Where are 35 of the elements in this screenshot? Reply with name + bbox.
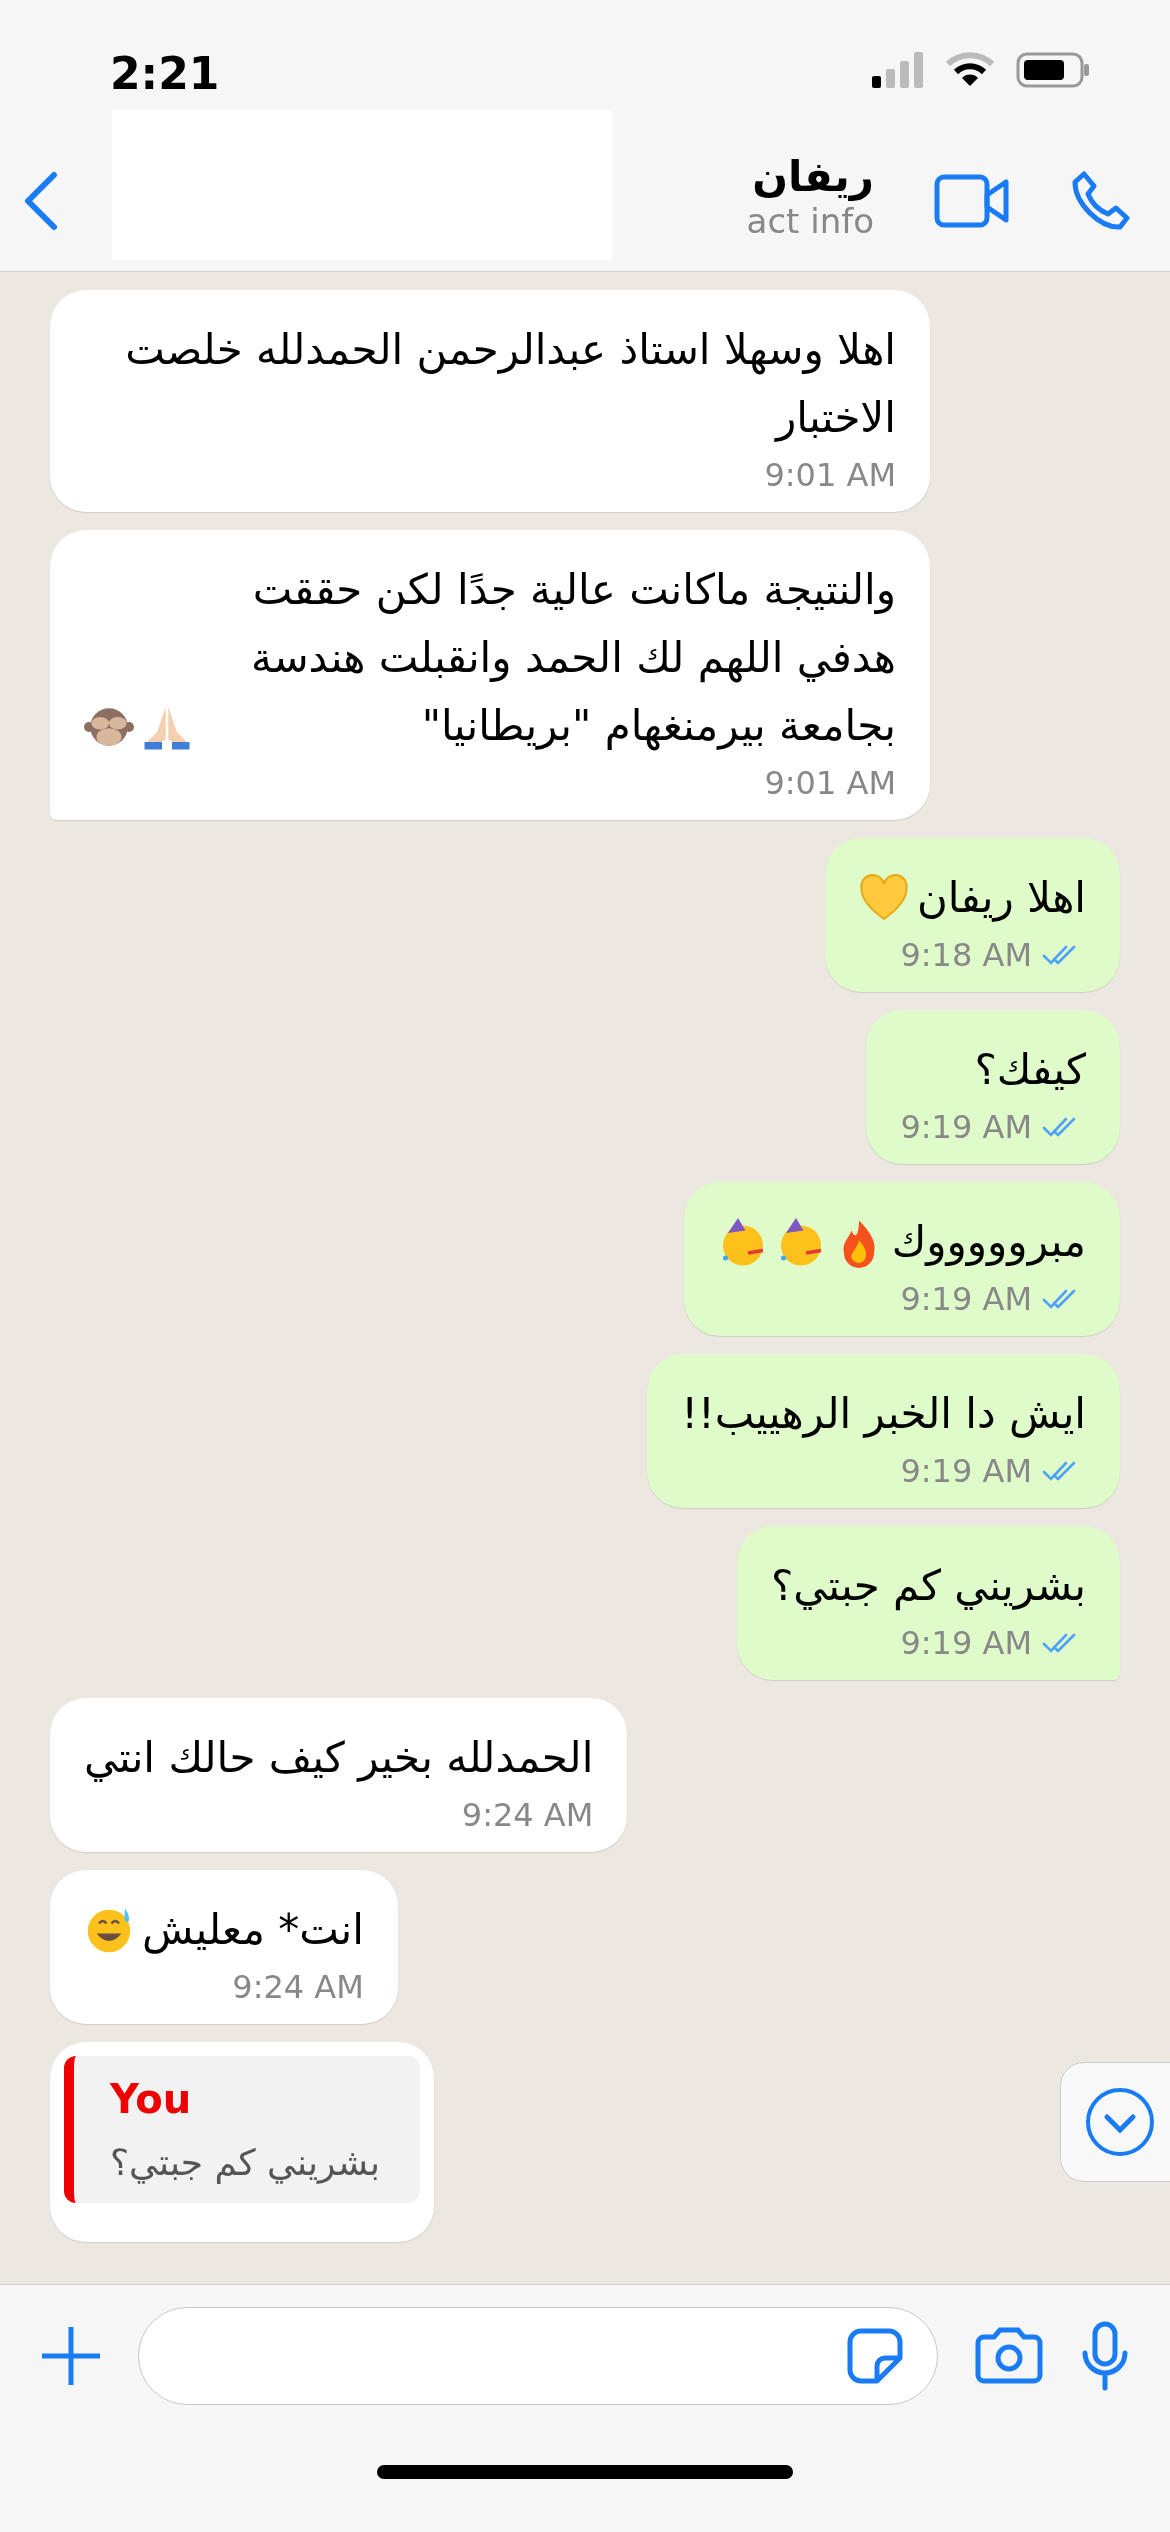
- message-time: 9:01 AM: [764, 456, 896, 494]
- wifi-icon: [946, 52, 994, 88]
- chevron-down-icon: [1085, 2087, 1155, 2157]
- add-icon[interactable]: [40, 2325, 102, 2387]
- video-call-icon[interactable]: [934, 174, 1010, 228]
- message-time: 9:18 AM: [900, 936, 1032, 974]
- message-time: 9:01 AM: [764, 764, 896, 802]
- message-text: والنتيجة ماكانت عالية جدًا لكن حققت هدفي اللهم لك الحمد وانقبلت هندسة بجامعة بيرمنغهام "بريطانيا": [249, 564, 896, 753]
- message-time: 9:19 AM: [900, 1624, 1032, 1662]
- message-time: 9:19 AM: [900, 1452, 1032, 1490]
- message-text: بشريني كم جبتي؟: [771, 1560, 1086, 1613]
- contact-info-hint: act info: [746, 200, 874, 241]
- message-time: 9:24 AM: [232, 1968, 364, 2006]
- quote-text: بشريني كم جبتي؟: [110, 2142, 380, 2183]
- quote-author: You: [110, 2076, 192, 2122]
- message-text: اهلا ريفان: [916, 872, 1086, 924]
- message-text: كيفك؟: [974, 1044, 1086, 1096]
- sticker-icon[interactable]: [847, 2328, 903, 2384]
- phone-icon[interactable]: [1070, 170, 1130, 232]
- contact-name[interactable]: ريفان: [752, 151, 874, 201]
- back-button[interactable]: [24, 171, 58, 231]
- camera-icon[interactable]: [974, 2327, 1044, 2385]
- message-time: 9:19 AM: [900, 1280, 1032, 1318]
- signal-icon: [872, 52, 924, 88]
- message-time: 9:24 AM: [461, 1796, 594, 1834]
- microphone-icon[interactable]: [1080, 2321, 1130, 2391]
- message-text: مبروووووك: [891, 1216, 1086, 1268]
- scroll-down-button[interactable]: [1060, 2062, 1170, 2182]
- status-time: 2:21: [110, 47, 220, 99]
- battery-icon: [1016, 52, 1090, 88]
- message-text: اهلا وسهلا استاذ عبدالرحمن الحمدلله خلصت الاختبار: [124, 324, 896, 444]
- message-text: انت* معليش: [142, 1904, 364, 1956]
- message-text: ايش دا الخبر الرهييب!!: [681, 1388, 1086, 1440]
- message-time: 9:19 AM: [900, 1108, 1032, 1146]
- message-text: الحمدلله بخير كيف حالك انتي: [84, 1732, 594, 1784]
